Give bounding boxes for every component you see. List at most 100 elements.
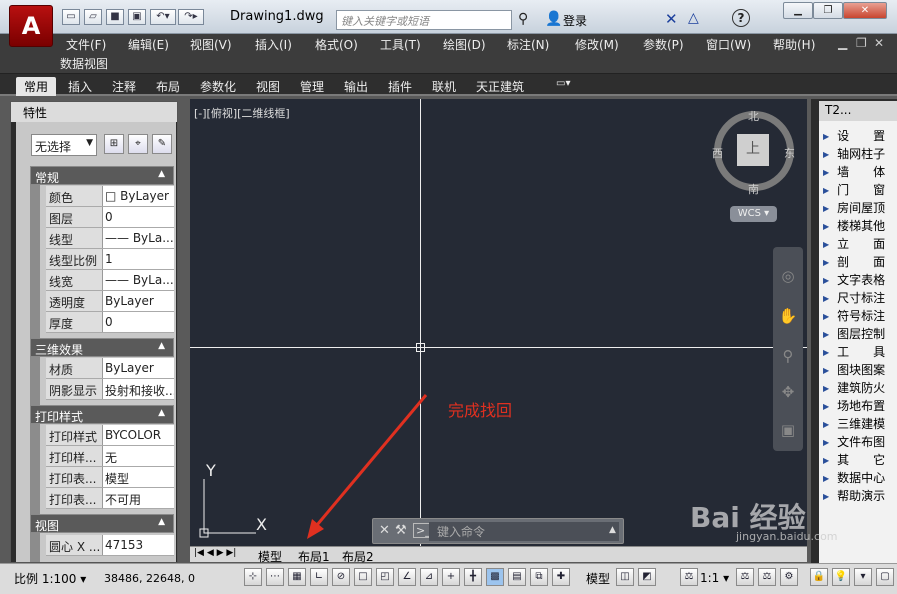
tab-output[interactable]: 输出 — [344, 78, 368, 95]
lock-icon[interactable]: 🔒 — [810, 568, 828, 586]
tab-plugins[interactable]: 插件 — [388, 78, 412, 95]
prop-value[interactable]: —— ByLa... — [102, 228, 174, 248]
isolate-objects-icon[interactable]: 💡 — [832, 568, 850, 586]
tab-layout[interactable]: 布局 — [156, 78, 180, 95]
menu-parameters[interactable]: 参数(P) — [643, 36, 684, 53]
snap-icon[interactable]: ⋯ — [266, 568, 284, 586]
palette-item[interactable]: ▶ 数据中心 — [823, 469, 897, 487]
section-plot-style[interactable]: 打印样式 ▲ — [30, 405, 174, 424]
palette-item[interactable]: ▶ 其 它 — [823, 451, 897, 469]
help-icon[interactable]: ? — [732, 9, 750, 27]
section-view[interactable]: 视图 ▲ — [30, 514, 174, 533]
properties-scrollbar[interactable] — [30, 166, 40, 562]
transparency-icon[interactable]: ▩ — [486, 568, 504, 586]
palette-item[interactable]: ▶ 轴网柱子 — [823, 145, 897, 163]
tab-view[interactable]: 视图 — [256, 78, 280, 95]
open-icon[interactable]: ▱ — [84, 9, 102, 25]
prop-value[interactable]: 不可用 — [102, 488, 174, 508]
annotation-monitor-icon[interactable]: ✚ — [552, 568, 570, 586]
exchange-icon[interactable]: ✕ — [665, 10, 678, 28]
palette-item[interactable]: ▶ 文件布图 — [823, 433, 897, 451]
annotation-visibility-icon[interactable]: ⚖ — [736, 568, 754, 586]
palette-item[interactable]: ▶ 图层控制 — [823, 325, 897, 343]
coordinates-readout[interactable]: 38486, 22648, 0 — [104, 572, 195, 585]
save-icon[interactable]: ■ — [106, 9, 124, 25]
prop-value[interactable]: 模型 — [102, 467, 174, 487]
palette-item[interactable]: ▶ 符号标注 — [823, 307, 897, 325]
tab-parametric[interactable]: 参数化 — [200, 78, 236, 95]
saveas-icon[interactable]: ▣ — [128, 9, 146, 25]
section-general[interactable]: 常规 ▲ — [30, 166, 174, 185]
tab-online[interactable]: 联机 — [432, 78, 456, 95]
menu-insert[interactable]: 插入(I) — [255, 36, 292, 53]
palette-item[interactable]: ▶ 图块图案 — [823, 361, 897, 379]
command-input[interactable]: 键入命令 — [429, 522, 619, 541]
prop-value[interactable]: 0 — [102, 207, 174, 227]
menu-tools[interactable]: 工具(T) — [380, 36, 421, 53]
workspace-switch-icon[interactable]: ⚙ — [780, 568, 798, 586]
doc-minimize-button[interactable]: ▁ — [838, 36, 847, 50]
quick-view-layouts-icon[interactable]: ◫ — [616, 568, 634, 586]
annotation-scale-dropdown[interactable]: 1:1 ▾ — [700, 571, 729, 585]
doc-close-button[interactable]: ✕ — [874, 36, 884, 50]
menu-file[interactable]: 文件(F) — [66, 36, 106, 53]
scale-dropdown[interactable]: 比例 1:100 ▾ — [14, 570, 86, 587]
osnap-icon[interactable]: □ — [354, 568, 372, 586]
grid-icon[interactable]: ▦ — [288, 568, 306, 586]
otrack-icon[interactable]: ∠ — [398, 568, 416, 586]
section-3d-effects[interactable]: 三维效果 ▲ — [30, 338, 174, 357]
prop-value[interactable]: ByLayer — [102, 291, 174, 311]
minimize-button[interactable]: ▁ — [783, 2, 813, 19]
tab-tangent[interactable]: 天正建筑 — [476, 78, 524, 95]
menu-format[interactable]: 格式(O) — [315, 36, 358, 53]
selection-cycling-icon[interactable]: ⧉ — [530, 568, 548, 586]
menu-edit[interactable]: 编辑(E) — [128, 36, 169, 53]
prop-value[interactable]: 1 — [102, 249, 174, 269]
dyn-icon[interactable]: + — [442, 568, 460, 586]
polar-icon[interactable]: ⊘ — [332, 568, 350, 586]
menu-modify[interactable]: 修改(M) — [575, 36, 619, 53]
redo-icon[interactable]: ↷▸ — [178, 9, 204, 25]
doc-restore-button[interactable]: ❐ — [856, 36, 867, 50]
status-menu-icon[interactable]: ▾ — [854, 568, 872, 586]
new-icon[interactable]: ▭ — [62, 9, 80, 25]
chevron-up-icon[interactable]: ▲ — [609, 525, 616, 535]
tab-annotate[interactable]: 注释 — [112, 78, 136, 95]
prop-value[interactable]: 47153 — [102, 535, 174, 555]
menu-view[interactable]: 视图(V) — [190, 36, 232, 53]
ortho-icon[interactable]: ∟ — [310, 568, 328, 586]
prop-value[interactable]: BYCOLOR — [102, 425, 174, 445]
infer-constraints-icon[interactable]: ⊹ — [244, 568, 262, 586]
undo-icon[interactable]: ↶▾ — [150, 9, 176, 25]
palette-item[interactable]: ▶ 尺寸标注 — [823, 289, 897, 307]
menu-draw[interactable]: 绘图(D) — [443, 36, 486, 53]
toggle-pickadd-icon[interactable]: ⊞ — [104, 134, 124, 154]
tab-home[interactable]: 常用 — [16, 77, 57, 96]
prop-value[interactable]: —— ByLa... — [102, 270, 174, 290]
user-icon[interactable]: 👤 — [545, 11, 562, 27]
model-space-toggle[interactable]: 模型 — [586, 570, 610, 587]
close-button[interactable]: ✕ — [843, 2, 887, 19]
palette-item[interactable]: ▶ 场地布置 — [823, 397, 897, 415]
3d-osnap-icon[interactable]: ◰ — [376, 568, 394, 586]
selection-dropdown[interactable]: 无选择 ▼ — [31, 134, 97, 156]
quick-properties-icon[interactable]: ▤ — [508, 568, 526, 586]
wrench-icon[interactable]: ⚒ — [395, 523, 407, 538]
quick-select-icon[interactable]: ✎ — [152, 134, 172, 154]
close-icon[interactable]: ✕ — [379, 523, 390, 538]
drawing-canvas[interactable]: [-][俯视][二维线框] 上 北 南 东 西 WCS ▾ ◎ ✋ ⚲ ✥ ▣ … — [190, 99, 807, 546]
prop-value[interactable]: 投射和接收... — [102, 379, 174, 399]
palette-item[interactable]: ▶ 帮助演示 — [823, 487, 897, 505]
quick-view-drawings-icon[interactable]: ◩ — [638, 568, 656, 586]
palette-item[interactable]: ▶ 三维建模 — [823, 415, 897, 433]
autodesk-icon[interactable]: △ — [688, 10, 699, 26]
application-menu-button[interactable]: A — [9, 5, 53, 47]
lineweight-icon[interactable]: ╋ — [464, 568, 482, 586]
menu-dimension[interactable]: 标注(N) — [507, 36, 549, 53]
palette-item[interactable]: ▶ 楼梯其他 — [823, 217, 897, 235]
auto-scale-icon[interactable]: ⚖ — [758, 568, 776, 586]
menu-window[interactable]: 窗口(W) — [706, 36, 751, 53]
palette-item[interactable]: ▶ 设 置 — [823, 127, 897, 145]
menu-data-view[interactable]: 数据视图 — [60, 55, 108, 72]
tab-insert[interactable]: 插入 — [68, 78, 92, 95]
